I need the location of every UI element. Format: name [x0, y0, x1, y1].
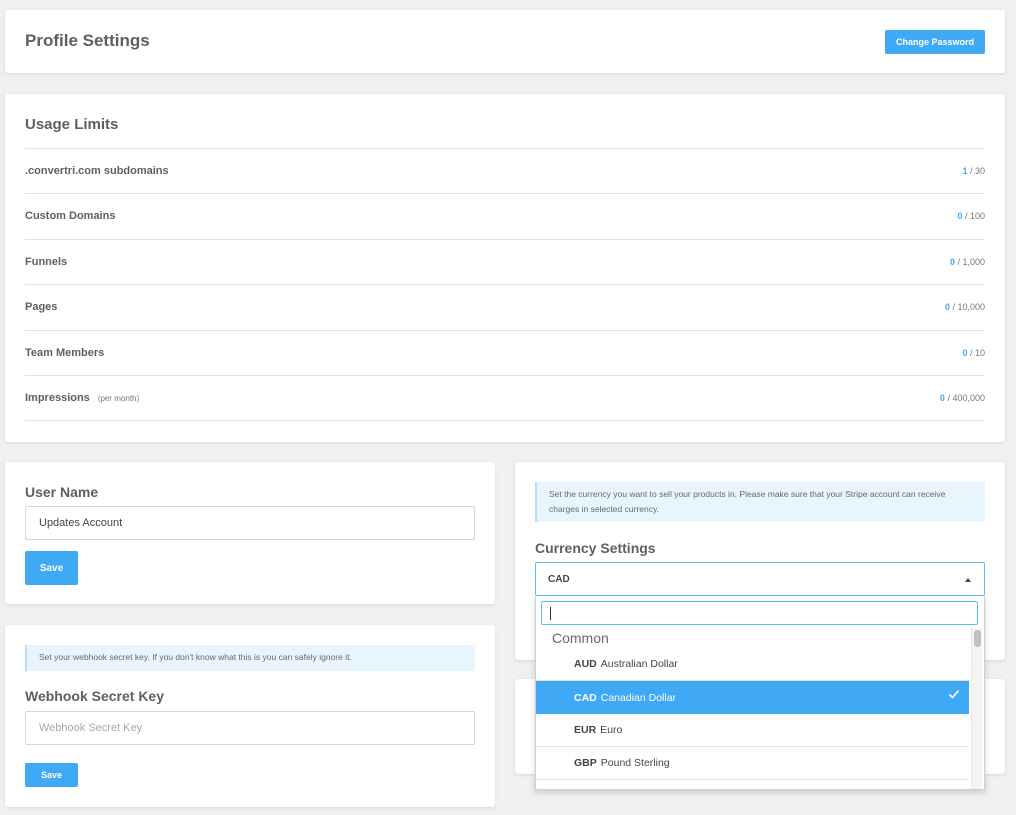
usage-value: 0 / 100	[957, 211, 985, 221]
user-name-card: User Name Updates Account Save	[5, 462, 495, 604]
text-cursor	[550, 607, 551, 620]
option-name: Euro	[600, 724, 623, 736]
profile-header-card: Profile Settings Change Password	[5, 10, 1005, 73]
option-code: GBP	[574, 757, 597, 769]
usage-row-subdomains: .convertri.com subdomains 1 / 30	[25, 148, 985, 194]
usage-label-text: Impressions	[25, 392, 90, 404]
usage-limit: / 400,000	[947, 393, 985, 403]
change-password-button[interactable]: Change Password	[885, 30, 985, 54]
currency-selected-value: CAD	[548, 573, 570, 585]
caret-up-icon	[965, 578, 971, 582]
option-code: EUR	[574, 724, 597, 736]
usage-value: 1 / 30	[962, 166, 985, 176]
usage-label: .convertri.com subdomains	[25, 165, 169, 177]
usage-limits-card: Usage Limits .convertri.com subdomains 1…	[5, 94, 1005, 442]
currency-option-aud[interactable]: AUD Australian Dollar	[536, 648, 969, 681]
usage-value: 0 / 10	[962, 348, 985, 358]
currency-select[interactable]: CAD	[535, 562, 985, 596]
usage-used: 1	[962, 166, 968, 176]
webhook-secret-input[interactable]: Webhook Secret Key	[25, 711, 475, 745]
divider	[25, 420, 985, 421]
usage-limit: / 10,000	[952, 302, 985, 312]
usage-value: 0 / 400,000	[940, 393, 985, 403]
usage-limit: / 10	[969, 348, 985, 358]
currency-group-label: Common	[552, 630, 609, 646]
currency-dropdown: Common AUD Australian Dollar CAD Canadia…	[535, 596, 985, 790]
usage-note: (per month)	[97, 394, 140, 403]
usage-used: 0	[949, 257, 955, 267]
usage-value: 0 / 10,000	[945, 302, 985, 312]
currency-option-gbp[interactable]: GBP Pound Sterling	[536, 747, 969, 780]
user-name-input[interactable]: Updates Account	[25, 506, 475, 540]
usage-label: Pages	[25, 301, 58, 313]
option-name: Pound Sterling	[600, 757, 670, 769]
usage-label: Custom Domains	[25, 210, 116, 222]
currency-search-input[interactable]	[541, 601, 978, 625]
usage-row-impressions: Impressions (per month) 0 / 400,000	[25, 375, 985, 421]
currency-option-eur[interactable]: EUR Euro	[536, 714, 969, 747]
webhook-card: Set your webhook secret key. If you don'…	[5, 625, 495, 807]
usage-used: 0	[957, 211, 963, 221]
usage-limit: / 1,000	[957, 257, 985, 267]
dropdown-scrollbar[interactable]	[971, 628, 982, 789]
option-code: AUD	[574, 658, 597, 670]
option-name: Australian Dollar	[600, 658, 678, 670]
page-title: Profile Settings	[25, 31, 150, 50]
currency-option-cad[interactable]: CAD Canadian Dollar	[536, 681, 969, 714]
usage-limits-title: Usage Limits	[25, 116, 119, 133]
usage-row-team-members: Team Members 0 / 10	[25, 330, 985, 376]
usage-used: 0	[939, 393, 945, 403]
webhook-save-button[interactable]: Save	[25, 763, 78, 787]
currency-title: Currency Settings	[535, 540, 656, 556]
scrollbar-thumb[interactable]	[974, 630, 981, 647]
usage-label: Impressions (per month)	[25, 392, 139, 404]
user-name-title: User Name	[25, 484, 99, 500]
user-name-save-button[interactable]: Save	[25, 551, 78, 585]
usage-label: Team Members	[25, 347, 105, 359]
webhook-info-box: Set your webhook secret key. If you don'…	[25, 645, 475, 671]
option-code: CAD	[574, 691, 597, 704]
checkmark-icon	[948, 688, 960, 703]
usage-row-pages: Pages 0 / 10,000	[25, 284, 985, 330]
usage-value: 0 / 1,000	[950, 257, 985, 267]
usage-used: 0	[944, 302, 950, 312]
usage-used: 0	[962, 348, 968, 358]
currency-info-box: Set the currency you want to sell your p…	[535, 482, 985, 522]
webhook-title: Webhook Secret Key	[25, 688, 165, 704]
usage-limit: / 30	[969, 166, 985, 176]
usage-row-custom-domains: Custom Domains 0 / 100	[25, 193, 985, 239]
usage-label: Funnels	[25, 256, 68, 268]
usage-limit: / 100	[964, 211, 985, 221]
option-name: Canadian Dollar	[600, 691, 677, 704]
usage-row-funnels: Funnels 0 / 1,000	[25, 239, 985, 285]
